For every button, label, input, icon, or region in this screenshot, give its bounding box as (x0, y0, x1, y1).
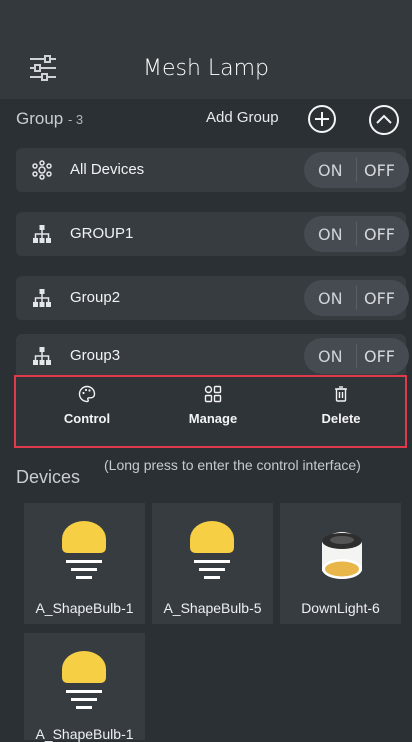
control-button[interactable]: Control (42, 385, 132, 426)
group-row-group2[interactable]: Group2 ON OFF (16, 276, 409, 320)
toggle-divider (356, 222, 357, 246)
collapse-chevron-up-icon[interactable] (368, 104, 400, 136)
add-group-label[interactable]: Add Group (206, 109, 279, 126)
group-row-group3[interactable]: Group3 ON OFF (16, 334, 409, 378)
group-count: - 3 (67, 112, 84, 127)
trash-icon (335, 386, 347, 402)
app-header: Mesh Lamp (0, 0, 412, 99)
bulb-icon (190, 521, 234, 579)
palette-icon (78, 385, 96, 403)
delete-button-label: Delete (321, 411, 361, 426)
on-button[interactable]: ON (318, 161, 343, 180)
grid-icon (204, 385, 222, 403)
page-title: Mesh Lamp (142, 56, 270, 81)
off-button[interactable]: OFF (364, 225, 395, 244)
devices-section-title: Devices (16, 467, 81, 487)
bulb-icon (62, 651, 106, 709)
device-tile[interactable]: A_ShapeBulb-1 (24, 503, 145, 624)
control-button-label: Control (63, 411, 111, 426)
off-button[interactable]: OFF (364, 161, 395, 180)
on-off-toggle: ON OFF (304, 216, 409, 252)
toggle-divider (356, 286, 357, 310)
group-header: Group - 3 Add Group (0, 99, 412, 139)
device-tile[interactable]: A_ShapeBulb-1 (24, 633, 145, 742)
on-off-toggle: ON OFF (304, 338, 409, 374)
add-group-button[interactable] (307, 104, 337, 134)
on-button[interactable]: ON (318, 225, 343, 244)
device-label: A_ShapeBulb-5 (163, 600, 262, 616)
toggle-divider (356, 344, 357, 368)
group-action-bar: Control Manage Delete (14, 375, 407, 448)
device-tile[interactable]: DownLight-6 (280, 503, 401, 624)
group-row-all-devices[interactable]: All Devices ON OFF (16, 148, 409, 192)
on-button[interactable]: ON (318, 347, 343, 366)
group-icon (33, 347, 51, 365)
bulb-icon (62, 521, 106, 579)
group-icon (33, 225, 51, 243)
group-row-label: All Devices (70, 161, 145, 178)
group-row-group1[interactable]: GROUP1 ON OFF (16, 212, 409, 256)
downlight-icon (322, 532, 362, 579)
delete-button[interactable]: Delete (296, 385, 386, 426)
toggle-divider (356, 158, 357, 182)
device-label: A_ShapeBulb-1 (35, 600, 134, 616)
device-tile[interactable]: A_ShapeBulb-5 (152, 503, 273, 624)
on-off-toggle: ON OFF (304, 280, 409, 316)
all-devices-icon (32, 160, 52, 180)
group-title-label: Group (16, 109, 64, 128)
on-off-toggle: ON OFF (304, 152, 409, 188)
manage-button[interactable]: Manage (168, 385, 258, 426)
group-row-label: Group3 (70, 347, 121, 364)
manage-button-label: Manage (188, 411, 238, 426)
off-button[interactable]: OFF (364, 347, 395, 366)
group-section-title: Group - 3 (16, 109, 83, 129)
group-row-label: Group2 (70, 289, 121, 306)
devices-hint: (Long press to enter the control interfa… (104, 457, 361, 473)
group-icon (33, 289, 51, 307)
off-button[interactable]: OFF (364, 289, 395, 308)
device-label: DownLight-6 (301, 600, 380, 616)
on-button[interactable]: ON (318, 289, 343, 308)
group-row-label: GROUP1 (70, 225, 134, 242)
